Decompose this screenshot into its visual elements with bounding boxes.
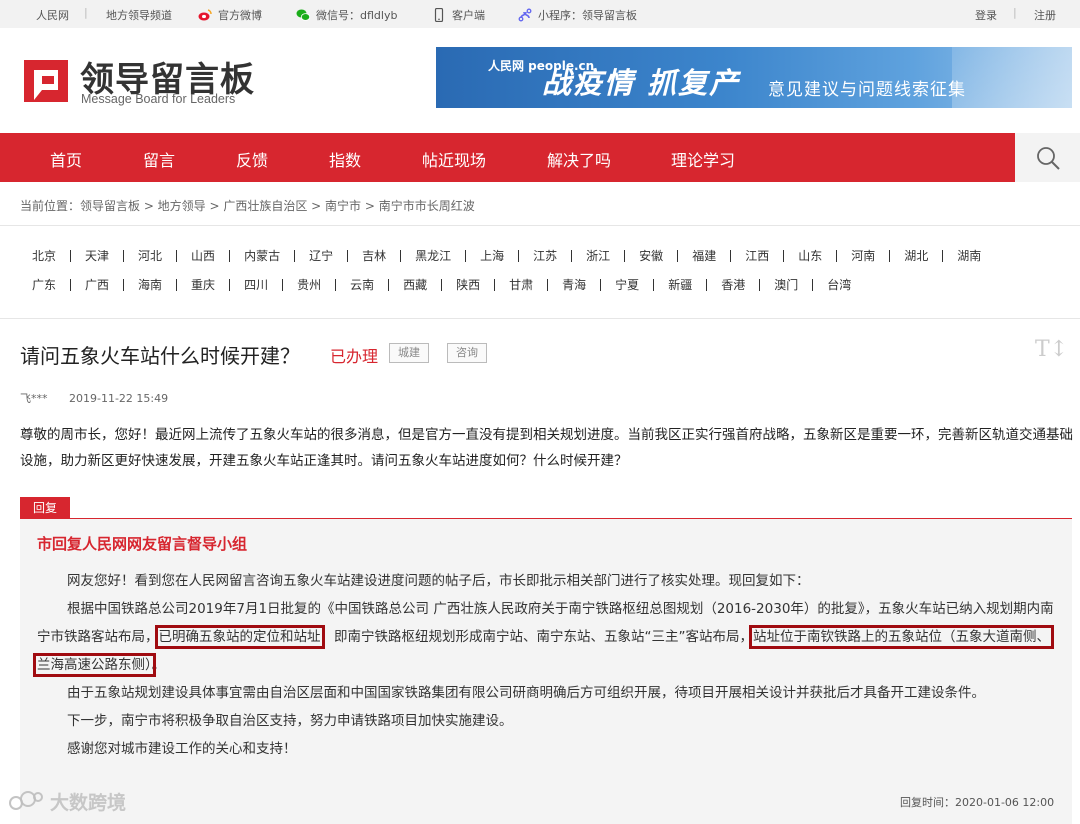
reply-paragraph: 感谢您对城市建设工作的关心和支持！ (67, 741, 297, 757)
watermark-logo-icon (9, 791, 43, 810)
region-link[interactable]: 海南 (123, 279, 176, 291)
link-weibo-label: 官方微博 (218, 9, 262, 22)
divider: | (1013, 6, 1017, 19)
banner-headline: 战疫情 抓复产 (542, 66, 741, 100)
register-link[interactable]: 注册 (1034, 7, 1056, 23)
nav-messages[interactable]: 留言 (143, 147, 175, 171)
logo-icon[interactable] (22, 58, 70, 104)
region-link[interactable]: 湖南 (942, 250, 995, 262)
post-title: 请问五象火车站什么时候开建？ (20, 344, 300, 368)
highlight-box: 已明确五象站的定位和站址 (154, 625, 325, 649)
search-icon (1037, 147, 1060, 170)
region-link[interactable]: 湖北 (889, 250, 942, 262)
promo-banner[interactable]: 人民网 people.cn 战疫情 抓复产 意见建议与问题线索征集 (436, 47, 1072, 108)
region-link[interactable]: 内蒙古 (229, 250, 294, 262)
link-miniprogram-label: 小程序：领导留言板 (538, 9, 637, 22)
reply-content: 网友您好！看到您在人民网留言咨询五象火车站建设进度问题的帖子后，市长即批示相关部… (33, 567, 1057, 763)
post-content: 尊敬的周市长，您好！最近网上流传了五象火车站的很多消息，但是官方一直没有提到相关… (20, 427, 1073, 469)
nav-home[interactable]: 首页 (50, 147, 82, 171)
region-link[interactable]: 河南 (836, 250, 889, 262)
link-wechat-label: 微信号：dfldlyb (316, 9, 398, 22)
reply-paragraph: 由于五象站规划建设具体事宜需由自治区层面和中国国家铁路集团有限公司研商明确后方可… (67, 685, 985, 701)
reply-paragraph: 根据中国铁路总公司2019年7月1日批复的《中国铁路总公司 广西壮族人民政府关于… (33, 595, 1057, 679)
breadcrumb[interactable]: 当前位置：领导留言板 > 地方领导 > 广西壮族自治区 > 南宁市 > 南宁市市… (20, 197, 475, 214)
divider (0, 225, 1080, 226)
region-link[interactable]: 黑龙江 (400, 250, 465, 262)
nav-theory[interactable]: 理论学习 (671, 147, 735, 171)
link-app[interactable]: 客户端 (432, 7, 485, 23)
logo-subtitle: Message Board for Leaders (81, 92, 236, 106)
reply-time: 回复时间：2020-01-06 12:00 (900, 796, 1055, 809)
link-app-label: 客户端 (452, 9, 485, 22)
region-link[interactable]: 青海 (547, 279, 600, 291)
region-link[interactable]: 陕西 (441, 279, 494, 291)
link-wechat[interactable]: 微信号：dfldlyb (296, 7, 397, 23)
divider: | (84, 6, 88, 19)
region-link[interactable]: 上海 (465, 250, 518, 262)
region-link[interactable]: 宁夏 (600, 279, 653, 291)
reply-paragraph: 网友您好！看到您在人民网留言咨询五象火车站建设进度问题的帖子后，市长即批示相关部… (67, 573, 810, 589)
region-link[interactable]: 山西 (176, 250, 229, 262)
link-people[interactable]: 人民网 (36, 7, 69, 23)
region-link[interactable]: 河北 (123, 250, 176, 262)
region-link[interactable]: 四川 (229, 279, 282, 291)
post-author: 飞*** (20, 392, 48, 405)
nav-index[interactable]: 指数 (329, 147, 361, 171)
post-meta: 飞*** 2019-11-22 15:49 (20, 390, 168, 406)
wechat-icon (296, 9, 310, 21)
region-link[interactable]: 台湾 (812, 279, 865, 291)
region-link[interactable]: 安徽 (624, 250, 677, 262)
region-link[interactable]: 山东 (783, 250, 836, 262)
region-link[interactable]: 新疆 (653, 279, 706, 291)
miniprogram-icon (518, 8, 532, 22)
nav-feedback[interactable]: 反馈 (236, 147, 268, 171)
font-size-toggle-icon[interactable]: T↕ (1035, 337, 1068, 362)
region-link[interactable]: 广东 (18, 279, 70, 291)
region-link[interactable]: 香港 (706, 279, 759, 291)
reply-org: 市回复人民网网友留言督导小组 (37, 535, 248, 553)
tag-urban-construction[interactable]: 城建 (389, 343, 429, 363)
region-link[interactable]: 辽宁 (294, 250, 347, 262)
link-local-leaders[interactable]: 地方领导频道 (106, 7, 172, 23)
mobile-icon (434, 8, 444, 22)
region-link[interactable]: 浙江 (571, 250, 624, 262)
top-bar: 人民网 | 地方领导频道 官方微博 微信号：dfldlyb 客户端 小程序：领导… (0, 0, 1080, 28)
region-link[interactable]: 吉林 (347, 250, 400, 262)
reply-text: ，即南宁铁路枢纽规划形成南宁站、南宁东站、五象站“三主”客站布局， (320, 629, 754, 645)
region-link[interactable]: 北京 (18, 250, 70, 262)
login-link[interactable]: 登录 (975, 7, 997, 23)
banner-photo (952, 47, 1072, 108)
watermark-text: 大数跨境 (50, 792, 127, 814)
link-miniprogram[interactable]: 小程序：领导留言板 (518, 7, 637, 23)
region-link[interactable]: 江苏 (518, 250, 571, 262)
reply-text: 。 (151, 657, 166, 673)
link-weibo[interactable]: 官方微博 (198, 7, 262, 23)
region-link[interactable]: 江西 (730, 250, 783, 262)
region-link[interactable]: 贵州 (282, 279, 335, 291)
region-link[interactable]: 天津 (70, 250, 123, 262)
region-link[interactable]: 广西 (70, 279, 123, 291)
reply-paragraph: 下一步，南宁市将积极争取自治区支持，努力申请铁路项目加快实施建设。 (67, 713, 513, 729)
region-link[interactable]: 福建 (677, 250, 730, 262)
status-badge: 已办理 (330, 347, 379, 366)
divider (0, 318, 1080, 319)
post-date: 2019-11-22 15:49 (69, 392, 169, 405)
banner-subline: 意见建议与问题线索征集 (768, 80, 966, 100)
region-link[interactable]: 云南 (335, 279, 388, 291)
region-row-2: 广东 广西 海南 重庆 四川 贵州 云南 西藏 陕西 甘肃 青海 宁夏 新疆 香港 澳门 台湾 (18, 275, 865, 295)
region-link[interactable]: 澳门 (759, 279, 812, 291)
nav-onsite[interactable]: 帖近现场 (422, 147, 486, 171)
main-nav: 首页 留言 反馈 指数 帖近现场 解决了吗 理论学习 (0, 133, 1080, 182)
watermark: 大数跨境 (8, 788, 126, 815)
region-link[interactable]: 西藏 (388, 279, 441, 291)
region-row-1: 北京 天津 河北 山西 内蒙古 辽宁 吉林 黑龙江 上海 江苏 浙江 安徽 福建 江西 山东 河南 湖北 湖南 (18, 246, 995, 266)
region-link[interactable]: 重庆 (176, 279, 229, 291)
search-button[interactable] (1015, 133, 1080, 182)
weibo-icon (198, 9, 212, 21)
tag-inquiry[interactable]: 咨询 (447, 343, 487, 363)
reply-tab: 回复 (20, 497, 70, 519)
nav-solved[interactable]: 解决了吗 (547, 147, 611, 171)
region-link[interactable]: 甘肃 (494, 279, 547, 291)
